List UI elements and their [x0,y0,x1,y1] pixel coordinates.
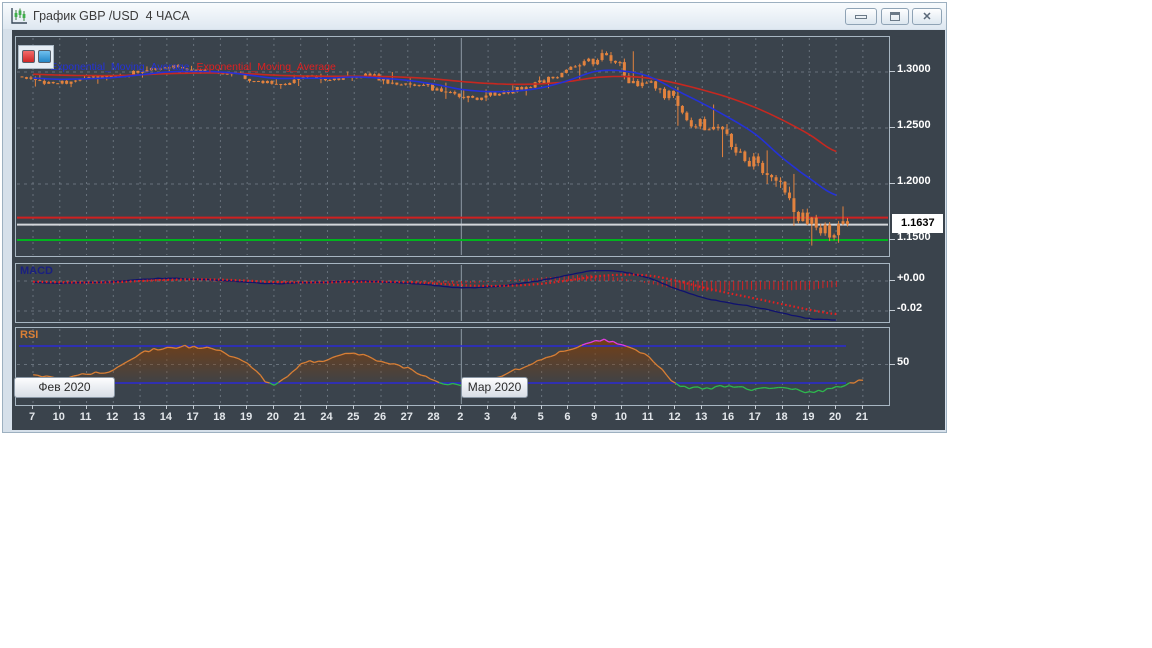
blue-square-button[interactable] [38,50,51,63]
macd-svg[interactable] [16,264,889,322]
rsi-svg[interactable] [16,328,889,405]
legend-button-panel [18,45,54,69]
title-bar[interactable]: График GBP /USD 4 ЧАСА ✕ [3,3,946,29]
desktop: График GBP /USD 4 ЧАСА ✕ Exponential_Mov… [0,0,1152,648]
red-square-button[interactable] [22,50,35,63]
rsi-panel[interactable]: RSI [15,327,890,406]
price-chart-panel[interactable]: Exponential_Moving_Average Exponential_Mo… [15,36,890,257]
candlestick-chart-icon [10,7,28,25]
minimize-icon [855,15,867,19]
current-price-box: 1.1637 [892,214,943,233]
macd-label: MACD [20,265,53,277]
macd-panel[interactable]: MACD [15,263,890,323]
ema-fast-legend-label: Exponential_Moving_Average [50,61,189,73]
minimize-button[interactable] [845,8,877,25]
month-tooltip-feb: Фев 2020 [14,377,115,398]
close-button[interactable]: ✕ [912,8,942,25]
chart-window[interactable]: График GBP /USD 4 ЧАСА ✕ Exponential_Mov… [2,2,947,433]
chart-client-area: Exponential_Moving_Average Exponential_Mo… [12,30,945,430]
month-tooltip-mar: Мар 2020 [461,377,528,398]
indicator-legend: Exponential_Moving_AverageExponential_Mo… [21,49,336,63]
ema-slow-legend-label: Exponential_Moving_Average [197,61,336,73]
window-title: График GBP /USD 4 ЧАСА [33,3,190,29]
restore-icon [890,12,900,21]
restore-button[interactable] [881,8,909,25]
rsi-label: RSI [20,329,38,341]
